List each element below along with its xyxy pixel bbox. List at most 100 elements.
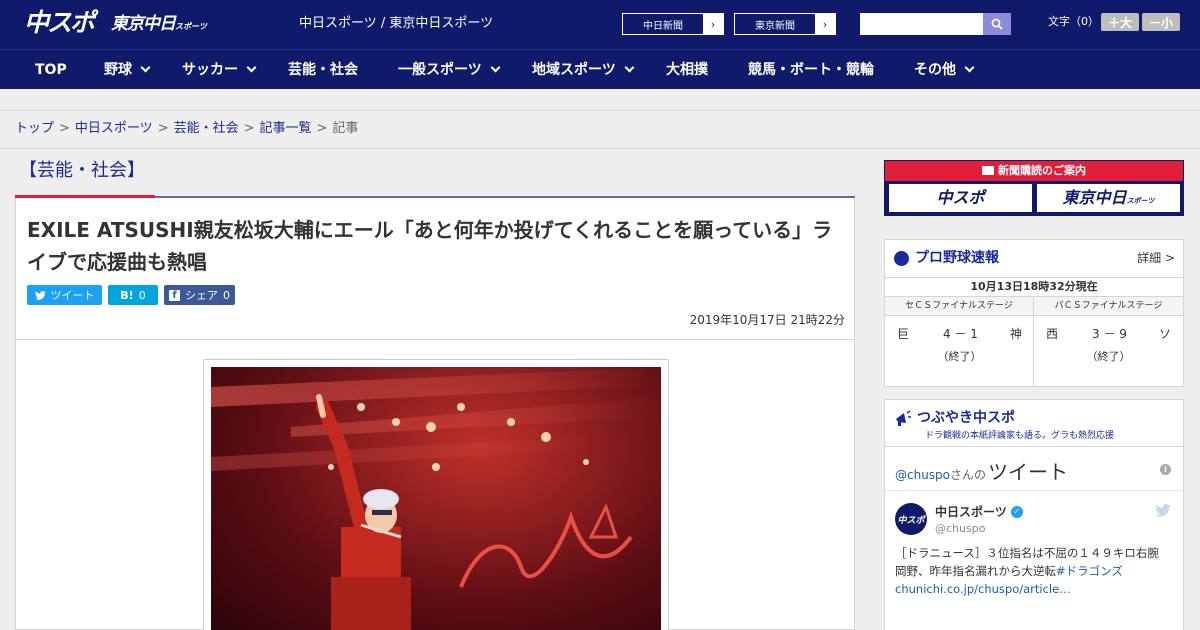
ad-band [0,89,1200,111]
chuspo-logo[interactable]: 中スポ [24,8,95,38]
tokyo-logo-small: スポーツ [175,22,207,31]
game-stage: セＣＳファイナルステージ [885,297,1034,316]
breadcrumb-separator: > [59,121,70,136]
nav-label: TOP [35,62,67,78]
nav-item-regional-sports[interactable]: 地域スポーツ [532,50,635,90]
chevron-down-icon [246,62,257,73]
verified-badge-icon: ✓ [1010,505,1023,518]
tweet-feed-header: @chuspoさんの ツイート [895,456,1068,485]
breadcrumb-article-list[interactable]: 記事一覧 [260,121,312,136]
article-photo-frame[interactable] [203,359,669,630]
away-team: ソ [1159,327,1172,341]
game-status: （終了） [937,350,982,363]
breadcrumb-chunichi-sports[interactable]: 中日スポーツ [75,121,153,136]
nav-item-general-sports[interactable]: 一般スポーツ [398,50,501,90]
tweet-account-name[interactable]: 中日スポーツ ✓ [935,503,1023,520]
chunichi-shimbun-button[interactable]: 中日新聞 › [622,13,724,35]
tweet-widget-title: つぶやき中スポ [894,409,1015,427]
tweet-feed-title: ツイート [988,460,1069,484]
scoreboard-title: プロ野球速報 [894,249,999,267]
article-photo [211,367,661,630]
nav-label: 一般スポーツ [398,62,482,78]
search-button[interactable] [983,13,1011,35]
chevron-down-icon [624,62,635,73]
breadcrumb-top[interactable]: トップ [15,121,54,136]
nav-item-other[interactable]: その他 [914,50,975,90]
subscribe-chuspo-button[interactable]: 中スポ [888,183,1033,213]
tweet-feed-handle[interactable]: @chuspo [895,468,950,482]
game-card[interactable]: 西 3 － 9 ソ （終了） [1034,316,1183,386]
baseball-scoreboard: プロ野球速報 詳細 > 10月13日18時32分現在 セＣＳファイナルステージ … [884,239,1184,387]
category-title[interactable]: 【芸能・社会】 [19,159,145,183]
subscribe-tokyo-label: 東京中日 [1062,188,1127,207]
article-main: 【芸能・社会】 EXILE ATSUSHI親友松坂大輔にエール「あと何年か投げて… [15,149,855,630]
tweet-label: ツイート [50,289,95,302]
home-team: 西 [1046,327,1059,341]
tokyo-shimbun-label: 東京新聞 [755,20,795,32]
tweet-text: ［ドラニュース］３位指名は不屈の１４９キロ右腕 岡野、昨年指名漏れから大逆転#ド… [895,544,1175,598]
game-stage: パＣＳファイナルステージ [1034,297,1183,316]
nav-item-sumo[interactable]: 大相撲 [666,50,708,90]
nav-item-soccer[interactable]: サッカー [182,50,257,90]
article-photo-area [15,340,855,630]
tokyo-logo-text: 東京中日 [111,14,176,34]
tokyo-chunichi-logo[interactable]: 東京中日スポーツ [111,13,207,35]
main-nav: TOP 野球 サッカー 芸能・社会 一般スポーツ 地域スポーツ 大相撲 競馬・ボ… [0,49,1200,89]
nav-label: 地域スポーツ [532,62,616,78]
concert-photo-illustration [211,367,661,630]
scoreboard-title-text: プロ野球速報 [915,250,999,266]
scoreboard-details-link[interactable]: 詳細 > [1137,249,1175,266]
nav-item-top[interactable]: TOP [35,50,67,90]
facebook-count: 0 [223,288,230,302]
subscription-banner[interactable]: 新聞購読のご案内 中スポ 東京中日スポーツ [884,160,1184,216]
chevron-down-icon [140,62,151,73]
breadcrumb-separator: > [316,121,328,136]
info-icon[interactable]: i [1160,464,1171,475]
away-team: 神 [1010,327,1023,341]
subscription-header: 新聞購読のご案内 [885,161,1183,181]
nav-label: 競馬・ボート・競輪 [748,62,874,78]
twitter-bird-icon [34,290,46,300]
twitter-bird-icon[interactable] [1155,504,1171,517]
tweet-feed-handle-suffix: さんの [950,468,987,482]
nav-label: その他 [914,62,956,78]
breadcrumb-current: 記事 [332,121,359,136]
nav-item-entertainment[interactable]: 芸能・社会 [288,50,358,90]
search-input[interactable] [860,13,983,35]
hatena-label: B! [120,288,134,302]
divider [885,446,1183,447]
baseball-icon [894,250,909,266]
nav-label: サッカー [182,62,238,78]
game-status: （終了） [1086,350,1131,363]
game-card[interactable]: 巨 4 － 1 神 （終了） [885,316,1034,386]
nav-label: 野球 [104,62,132,78]
tweet-body: ［ドラニュース］３位指名は不屈の１４９キロ右腕 岡野、昨年指名漏れから大逆転 [895,546,1171,578]
nav-item-baseball[interactable]: 野球 [104,50,151,90]
facebook-icon: f [169,289,180,301]
twitter-widget: つぶやき中スポ ドラ観戦の本紙評論家も語る。グラも熱烈応援 @chuspoさんの… [884,399,1184,630]
tokyo-shimbun-button[interactable]: 東京新聞 › [734,13,836,35]
subscription-title: 新聞購読のご案内 [998,164,1086,177]
avatar[interactable]: 中スポ [895,503,927,535]
nav-item-keiba[interactable]: 競馬・ボート・競輪 [748,50,874,90]
article-headline: EXILE ATSUSHI親友松坂大輔にエール「あと何年か投げてくれることを願っ… [27,218,833,274]
breadcrumb-entertainment[interactable]: 芸能・社会 [174,121,239,136]
megaphone-icon [896,410,911,426]
subscribe-tokyo-button[interactable]: 東京中日スポーツ [1036,183,1181,213]
tweet-account-handle[interactable]: @chuspo [935,522,985,535]
divider [885,490,1183,491]
facebook-share-button[interactable]: f シェア 0 [164,285,235,305]
chevron-down-icon [964,62,975,73]
breadcrumb-separator: > [243,121,255,136]
tweet-widget-title-text: つぶやき中スポ [917,410,1015,426]
font-size-label: 文字（0） [1048,15,1099,28]
chunichi-shimbun-label: 中日新聞 [643,20,683,32]
category-header: 【芸能・社会】 [15,149,855,199]
subscribe-tokyo-small: スポーツ [1126,197,1155,205]
tweet-button[interactable]: ツイート [27,285,102,305]
hatena-bookmark-button[interactable]: B! 0 [108,285,158,305]
font-smaller-button[interactable]: －小 [1142,13,1180,31]
font-larger-button[interactable]: ＋大 [1101,13,1139,31]
breadcrumb-separator: > [157,121,169,136]
tweet-account-name-text: 中日スポーツ [935,505,1007,519]
